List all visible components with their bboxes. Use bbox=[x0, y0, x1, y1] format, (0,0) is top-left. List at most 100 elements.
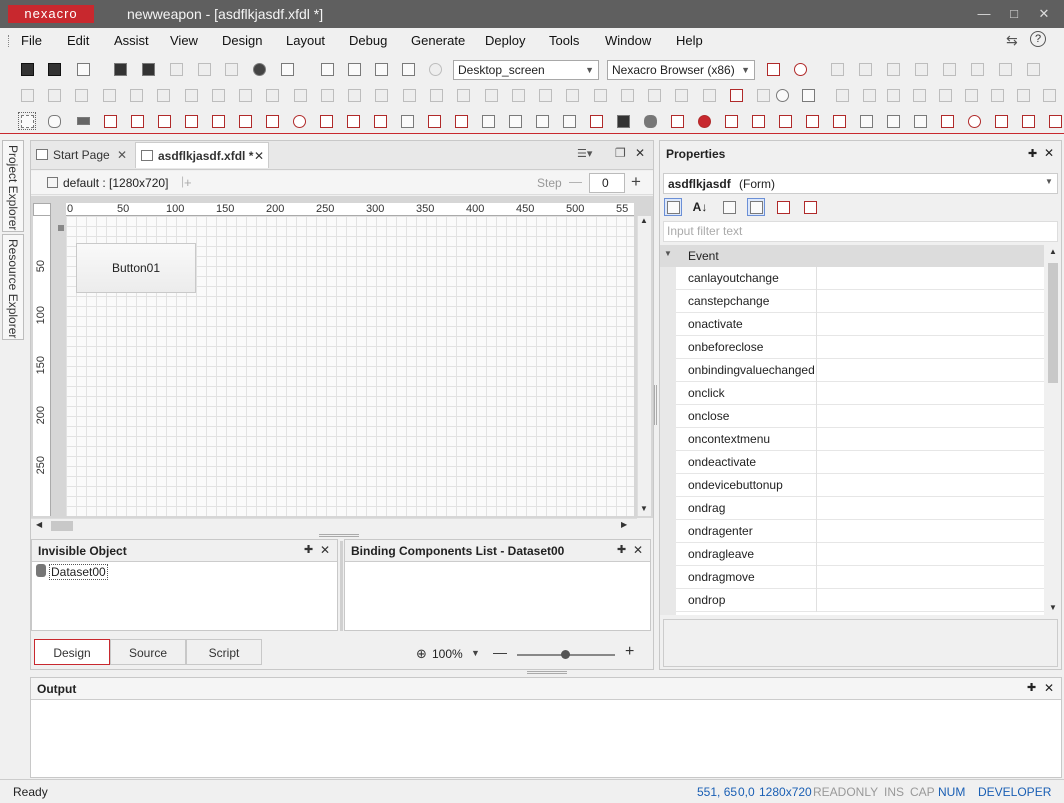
close-icon[interactable]: ✕ bbox=[117, 142, 127, 168]
table-row[interactable]: ondragmove bbox=[660, 566, 1044, 589]
resource-explorer-tab[interactable]: Resource Explorer bbox=[2, 234, 24, 340]
upload-icon[interactable] bbox=[884, 112, 902, 130]
textarea-comp-icon[interactable] bbox=[182, 112, 200, 130]
new-file-icon[interactable] bbox=[74, 60, 92, 78]
same-size-icon[interactable] bbox=[236, 86, 254, 104]
scroll-thumb[interactable] bbox=[1048, 263, 1058, 383]
properties-view-icon[interactable] bbox=[720, 198, 738, 216]
settings-icon[interactable] bbox=[250, 60, 268, 78]
order-icon[interactable] bbox=[672, 86, 690, 104]
align-icon[interactable] bbox=[912, 60, 930, 78]
scroll-up-icon[interactable]: ▲ bbox=[1049, 247, 1057, 256]
chevron-down-icon[interactable]: ▼ bbox=[471, 648, 480, 658]
zoom-slider-thumb[interactable] bbox=[561, 650, 570, 659]
table-row[interactable]: onbeforeclose bbox=[660, 336, 1044, 359]
radio-comp-icon[interactable] bbox=[290, 112, 308, 130]
brace-icon[interactable] bbox=[988, 86, 1006, 104]
restore-icon[interactable]: ❐ bbox=[615, 146, 626, 160]
vertical-scrollbar[interactable]: ▲ ▼ bbox=[637, 216, 651, 516]
tab-start-page[interactable]: Start Page ✕ bbox=[31, 142, 133, 168]
align-bottom-icon[interactable] bbox=[154, 86, 172, 104]
space-vertical-icon[interactable] bbox=[291, 86, 309, 104]
minimize-button[interactable]: — bbox=[974, 4, 994, 24]
brace-icon[interactable] bbox=[860, 86, 878, 104]
static-comp-icon[interactable] bbox=[209, 112, 227, 130]
table-row[interactable]: onbindingvaluechanged bbox=[660, 359, 1044, 382]
progress-comp-icon[interactable] bbox=[587, 112, 605, 130]
menu-tools[interactable]: Tools bbox=[549, 33, 579, 49]
spacing-icon[interactable] bbox=[427, 86, 445, 104]
order-icon[interactable] bbox=[618, 86, 636, 104]
align-icon[interactable] bbox=[968, 60, 986, 78]
generate-all-icon[interactable] bbox=[345, 60, 363, 78]
scroll-right-icon[interactable]: ▶ bbox=[621, 520, 627, 529]
splitter-grip[interactable] bbox=[319, 534, 359, 537]
calendar-icon[interactable] bbox=[533, 112, 551, 130]
stop-icon[interactable] bbox=[426, 60, 444, 78]
listbox-comp-icon[interactable] bbox=[263, 112, 281, 130]
same-height-icon[interactable] bbox=[209, 86, 227, 104]
close-button[interactable]: ✕ bbox=[1034, 4, 1054, 24]
pie-chart-icon[interactable] bbox=[695, 112, 713, 130]
center-icon[interactable] bbox=[536, 86, 554, 104]
align-icon[interactable] bbox=[856, 60, 874, 78]
brace-icon[interactable] bbox=[833, 86, 851, 104]
spacing-icon[interactable] bbox=[372, 86, 390, 104]
chart-comp-icon[interactable] bbox=[668, 112, 686, 130]
generate-icon[interactable] bbox=[318, 60, 336, 78]
play-icon[interactable] bbox=[773, 86, 791, 104]
order-icon[interactable] bbox=[645, 86, 663, 104]
menu-design[interactable]: Design bbox=[222, 33, 262, 49]
align-center-icon[interactable] bbox=[45, 86, 63, 104]
events-view-icon[interactable] bbox=[747, 198, 765, 216]
tab-script[interactable]: Script bbox=[186, 639, 262, 665]
search-debug-icon[interactable] bbox=[791, 60, 809, 78]
cut-icon[interactable] bbox=[167, 60, 185, 78]
table-row[interactable]: canlayoutchange bbox=[660, 267, 1044, 290]
step-plus-icon[interactable]: + bbox=[631, 172, 641, 192]
project-explorer-tab[interactable]: Project Explorer bbox=[2, 140, 24, 232]
doc-comp-icon[interactable] bbox=[1046, 112, 1064, 130]
edit-comp-icon[interactable] bbox=[128, 112, 146, 130]
save-icon[interactable] bbox=[111, 60, 129, 78]
step-input[interactable]: 0 bbox=[589, 173, 625, 193]
spacing-icon[interactable] bbox=[345, 86, 363, 104]
init-icon[interactable] bbox=[801, 198, 819, 216]
menu-edit[interactable]: Edit bbox=[67, 33, 89, 49]
table-row[interactable]: ondrop bbox=[660, 589, 1044, 612]
table-row[interactable]: ondrag bbox=[660, 497, 1044, 520]
add-layout-icon[interactable]: + bbox=[184, 175, 192, 190]
download-icon[interactable] bbox=[857, 112, 875, 130]
sort-alpha-icon[interactable]: A↓ bbox=[691, 198, 709, 216]
close-icon[interactable]: ✕ bbox=[254, 143, 264, 169]
form-handle[interactable] bbox=[58, 225, 64, 231]
vertical-scrollbar[interactable]: ▲ ▼ bbox=[1045, 245, 1061, 615]
table-row[interactable]: onclose bbox=[660, 405, 1044, 428]
step-minus-icon[interactable]: — bbox=[569, 174, 582, 189]
grid-comp-icon[interactable] bbox=[236, 112, 254, 130]
pen-icon[interactable] bbox=[1040, 86, 1058, 104]
brace-icon[interactable] bbox=[962, 86, 980, 104]
align-top-icon[interactable] bbox=[100, 86, 118, 104]
form-button-01[interactable]: Button01 bbox=[76, 243, 196, 293]
scroll-up-icon[interactable]: ▲ bbox=[640, 216, 648, 225]
tab-source[interactable]: Source bbox=[110, 639, 186, 665]
combo-comp-icon[interactable] bbox=[101, 112, 119, 130]
menu-deploy[interactable]: Deploy bbox=[485, 33, 525, 49]
splitter-grip[interactable] bbox=[654, 385, 657, 425]
menu-debug[interactable]: Debug bbox=[349, 33, 387, 49]
menu-comp-icon[interactable] bbox=[425, 112, 443, 130]
menu-file[interactable]: File bbox=[21, 33, 42, 49]
space-horizontal-icon[interactable] bbox=[263, 86, 281, 104]
align-right-icon[interactable] bbox=[72, 86, 90, 104]
spacing-icon[interactable] bbox=[509, 86, 527, 104]
edit-mode-icon[interactable] bbox=[774, 198, 792, 216]
menu-generate[interactable]: Generate bbox=[411, 33, 465, 49]
build-icon[interactable] bbox=[372, 60, 390, 78]
align-middle-icon[interactable] bbox=[127, 86, 145, 104]
menu-layout[interactable]: Layout bbox=[286, 33, 325, 49]
swap-icon[interactable]: ⇆ bbox=[1006, 32, 1018, 49]
tab-comp-icon[interactable] bbox=[506, 112, 524, 130]
basket-icon[interactable] bbox=[938, 112, 956, 130]
scroll-down-icon[interactable]: ▼ bbox=[640, 504, 648, 513]
